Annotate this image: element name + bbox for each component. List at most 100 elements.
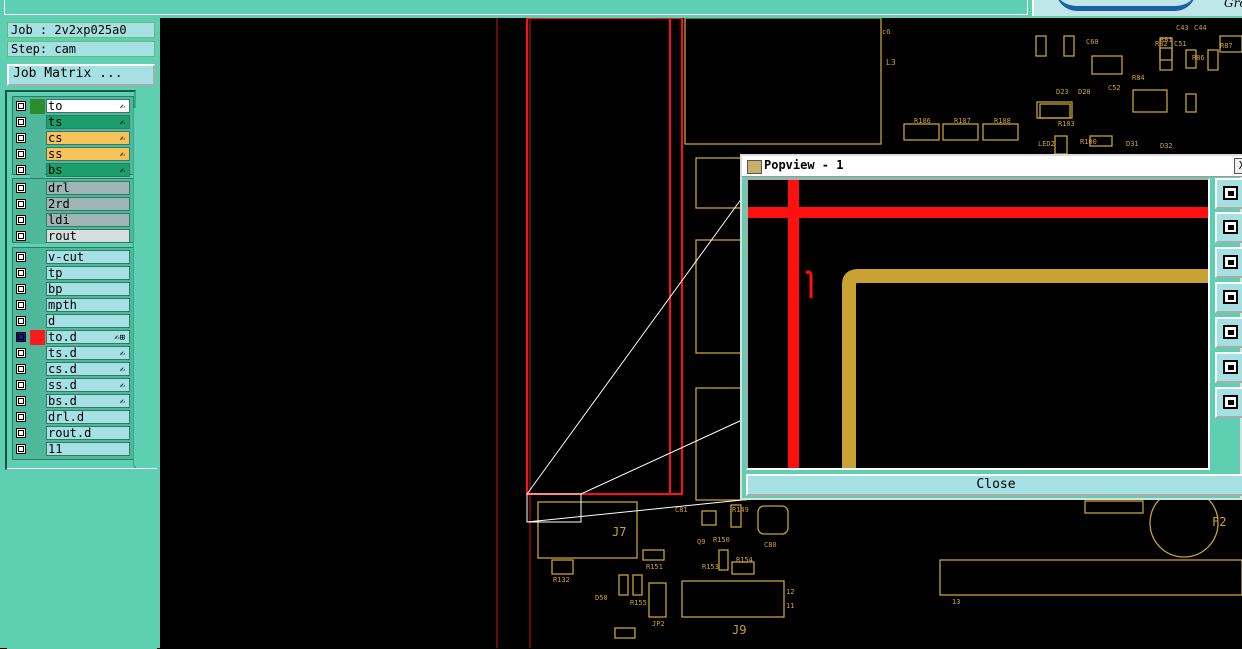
layer-checkbox[interactable] — [16, 412, 26, 422]
layer-checkbox[interactable] — [16, 101, 26, 111]
layer-name[interactable]: ts.d ✍ — [46, 346, 130, 360]
layer-row-cs[interactable]: cs ✍ — [13, 131, 133, 146]
layer-row-ldi[interactable]: ldi — [13, 213, 133, 228]
layer-checkbox[interactable] — [16, 332, 26, 342]
layer-color-swatch[interactable] — [30, 442, 45, 457]
layer-color-swatch[interactable] — [30, 266, 45, 281]
layer-checkbox[interactable] — [16, 199, 26, 209]
layer-checkbox[interactable] — [16, 284, 26, 294]
layer-color-swatch[interactable] — [30, 362, 45, 377]
layer-name[interactable]: tp — [46, 266, 130, 280]
layer-row-drl[interactable]: drl — [13, 181, 133, 196]
layer-name[interactable]: to.d ✍⊞ — [46, 330, 130, 344]
layer-row-d[interactable]: d — [13, 314, 133, 329]
layer-name[interactable]: rout — [46, 229, 130, 243]
popview-titlebar[interactable]: Popview - 1 X — [742, 156, 1242, 177]
layer-color-swatch[interactable] — [30, 314, 45, 329]
layer-color-swatch[interactable] — [30, 346, 45, 361]
fit-tool-button[interactable] — [1215, 352, 1242, 383]
layer-checkbox[interactable] — [16, 444, 26, 454]
move-down-tool-button[interactable] — [1215, 247, 1242, 278]
layer-checkbox[interactable] — [16, 364, 26, 374]
move-up-tool-button[interactable] — [1215, 212, 1242, 243]
layer-checkbox[interactable] — [16, 300, 26, 310]
layer-checkbox[interactable] — [16, 165, 26, 175]
layer-name[interactable]: v-cut — [46, 250, 130, 264]
layer-checkbox[interactable] — [16, 348, 26, 358]
close-button[interactable]: Close — [746, 474, 1242, 496]
layer-color-swatch[interactable] — [30, 426, 45, 441]
layer-color-swatch[interactable] — [30, 378, 45, 393]
layer-row-to-d[interactable]: to.d ✍⊞ — [13, 330, 133, 345]
layer-checkbox[interactable] — [16, 316, 26, 326]
layer-checkbox[interactable] — [16, 215, 26, 225]
layer-color-swatch[interactable] — [30, 197, 45, 212]
layer-name[interactable]: bs ✍ — [46, 163, 130, 177]
layer-color-swatch[interactable] — [30, 282, 45, 297]
layer-name[interactable]: bs.d ✍ — [46, 394, 130, 408]
layer-color-swatch[interactable] — [30, 229, 45, 244]
window-close-icon[interactable]: X — [1234, 158, 1242, 174]
layer-row-ts[interactable]: ts ✍ — [13, 115, 133, 130]
layer-color-swatch[interactable] — [30, 213, 45, 228]
layer-name[interactable]: drl.d — [46, 410, 130, 424]
layer-checkbox[interactable] — [16, 252, 26, 262]
layer-color-swatch[interactable] — [30, 115, 45, 130]
layer-row-ts-d[interactable]: ts.d ✍ — [13, 346, 133, 361]
layer-name[interactable]: to ✍ — [46, 99, 130, 113]
layer-row-v-cut[interactable]: v-cut — [13, 250, 133, 265]
layer-checkbox[interactable] — [16, 133, 26, 143]
layer-color-swatch[interactable] — [30, 181, 45, 196]
layer-checkbox[interactable] — [16, 268, 26, 278]
layer-row-2rd[interactable]: 2rd — [13, 197, 133, 212]
layer-row-cs-d[interactable]: cs.d ✍ — [13, 362, 133, 377]
layer-color-swatch[interactable] — [30, 330, 45, 345]
move-left-tool-button[interactable] — [1215, 282, 1242, 313]
layer-color-swatch[interactable] — [30, 131, 45, 146]
layer-checkbox[interactable] — [16, 149, 26, 159]
layer-checkbox[interactable] — [16, 428, 26, 438]
layer-row-drl-d[interactable]: drl.d — [13, 410, 133, 425]
layer-color-swatch[interactable] — [30, 99, 45, 114]
layer-name[interactable]: rout.d — [46, 426, 130, 440]
layer-list-scrollbar[interactable] — [133, 108, 156, 466]
layer-color-swatch[interactable] — [30, 147, 45, 162]
layer-row-bs[interactable]: bs ✍ — [13, 163, 133, 178]
layer-name[interactable]: ss ✍ — [46, 147, 130, 161]
layer-row-11[interactable]: 11 — [13, 442, 133, 457]
layer-row-rout[interactable]: rout — [13, 229, 133, 244]
layer-checkbox[interactable] — [16, 117, 26, 127]
layer-row-tp[interactable]: tp — [13, 266, 133, 281]
layer-row-bp[interactable]: bp — [13, 282, 133, 297]
copy-tool-button[interactable] — [1215, 178, 1242, 209]
layer-name[interactable]: mpth — [46, 298, 130, 312]
layer-name[interactable]: d — [46, 314, 130, 328]
layer-name[interactable]: cs ✍ — [46, 131, 130, 145]
layer-row-rout-d[interactable]: rout.d — [13, 426, 133, 441]
layer-color-swatch[interactable] — [30, 250, 45, 265]
layer-row-to[interactable]: to ✍ — [13, 99, 133, 114]
layer-checkbox[interactable] — [16, 396, 26, 406]
layer-name[interactable]: bp — [46, 282, 130, 296]
layer-color-swatch[interactable] — [30, 163, 45, 178]
popview-canvas[interactable] — [746, 178, 1210, 470]
layer-color-swatch[interactable] — [30, 298, 45, 313]
layer-row-bs-d[interactable]: bs.d ✍ — [13, 394, 133, 409]
layer-name[interactable]: ldi — [46, 213, 130, 227]
layer-color-swatch[interactable] — [30, 394, 45, 409]
layer-name[interactable]: ss.d ✍ — [46, 378, 130, 392]
layer-name[interactable]: 11 — [46, 442, 130, 456]
job-matrix-button[interactable]: Job Matrix ... — [7, 64, 155, 86]
layer-row-ss[interactable]: ss ✍ — [13, 147, 133, 162]
layer-name[interactable]: ts ✍ — [46, 115, 130, 129]
layer-checkbox[interactable] — [16, 183, 26, 193]
layer-name[interactable]: drl — [46, 181, 130, 195]
zoom-tool-button[interactable] — [1215, 387, 1242, 418]
layer-name[interactable]: 2rd — [46, 197, 130, 211]
move-right-tool-button[interactable] — [1215, 317, 1242, 348]
layer-color-swatch[interactable] — [30, 410, 45, 425]
layer-row-mpth[interactable]: mpth — [13, 298, 133, 313]
layer-name[interactable]: cs.d ✍ — [46, 362, 130, 376]
layer-row-ss-d[interactable]: ss.d ✍ — [13, 378, 133, 393]
layer-checkbox[interactable] — [16, 380, 26, 390]
